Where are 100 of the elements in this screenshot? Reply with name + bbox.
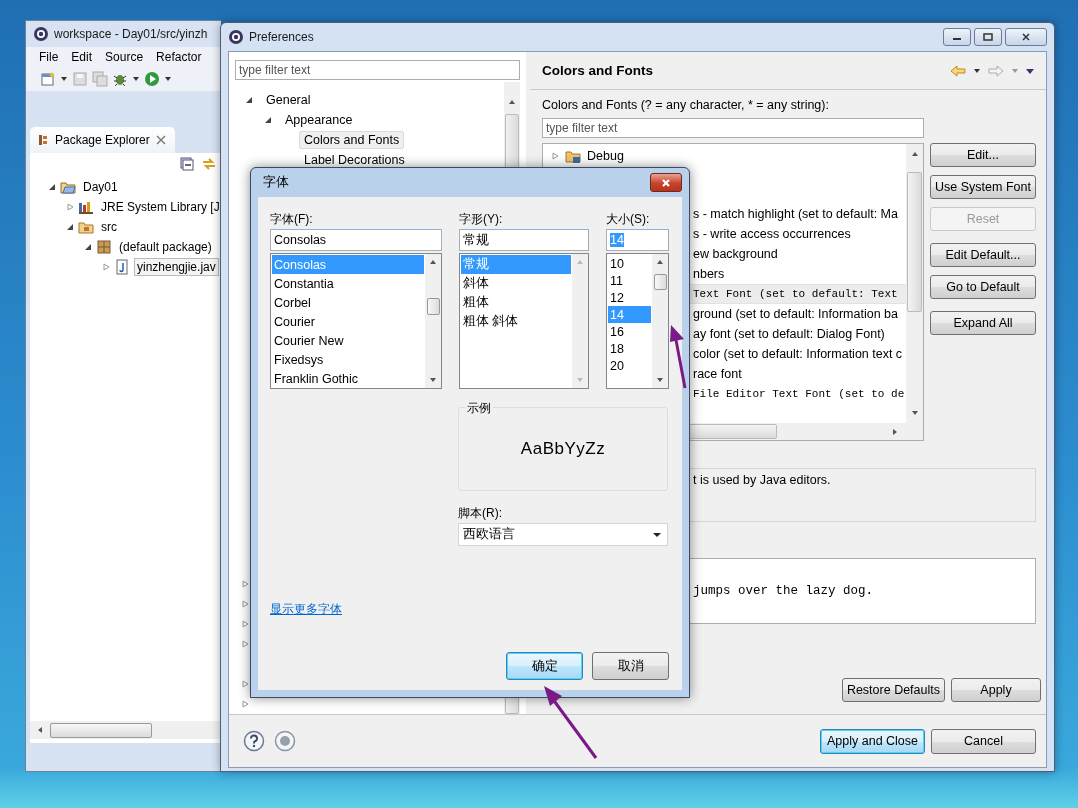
collapsed-arrow-icon[interactable] — [102, 263, 110, 271]
sample-text: AaBbYyZz — [520, 439, 606, 459]
dialog-button[interactable]: 确定 — [506, 652, 583, 680]
close-icon — [1020, 33, 1032, 41]
tree-item[interactable]: Appearance — [280, 111, 358, 129]
side-button[interactable]: Expand All — [930, 311, 1036, 335]
list-option[interactable]: 16 — [608, 323, 651, 340]
scroll-right-icon[interactable] — [891, 427, 899, 436]
close-icon[interactable] — [154, 134, 167, 146]
list-option[interactable]: Constantia — [272, 274, 424, 293]
scroll-up-icon[interactable] — [508, 98, 516, 106]
folder-icon — [78, 219, 94, 235]
collapsed-arrow-icon[interactable] — [241, 620, 249, 628]
scroll-down-icon[interactable] — [910, 409, 919, 417]
tree-item[interactable]: src — [98, 218, 120, 236]
view-tab[interactable]: Package Explorer — [30, 127, 175, 153]
dropdown-icon[interactable] — [132, 75, 140, 83]
list-option[interactable]: Courier New — [272, 331, 424, 350]
scrollbar-thumb[interactable] — [50, 722, 152, 738]
list-option[interactable]: Corbel — [272, 293, 424, 312]
scroll-down-icon[interactable] — [656, 376, 664, 384]
dropdown-icon[interactable] — [164, 75, 172, 83]
tree-item[interactable]: Day01 — [80, 178, 121, 196]
collapsed-arrow-icon[interactable] — [241, 640, 249, 648]
help-icon[interactable] — [243, 730, 265, 752]
filter-field[interactable]: type filter text — [235, 60, 520, 80]
preview-text: jumps over the lazy dog. — [693, 584, 874, 598]
collapse-all-icon[interactable] — [179, 156, 195, 172]
collapsed-arrow-icon[interactable] — [551, 152, 559, 160]
page-title: Colors and Fonts — [542, 63, 653, 78]
scroll-up-icon[interactable] — [656, 258, 664, 266]
list-option[interactable]: 20 — [608, 357, 651, 374]
books-icon — [78, 199, 94, 215]
input-field[interactable]: 常规 — [459, 229, 589, 251]
record-icon[interactable] — [274, 730, 296, 752]
filter-field[interactable]: type filter text — [542, 118, 924, 138]
list-option[interactable]: Courier — [272, 312, 424, 331]
tree-item[interactable]: (default package) — [116, 238, 215, 256]
list-option[interactable]: Franklin Gothic — [272, 369, 424, 388]
scroll-left-icon[interactable] — [36, 726, 44, 734]
footer-button[interactable]: Apply and Close — [820, 728, 925, 754]
list-option[interactable]: 18 — [608, 340, 651, 357]
script-dropdown[interactable]: 西欧语言 — [458, 523, 668, 546]
list-option[interactable]: 12 — [608, 289, 651, 306]
expanded-arrow-icon[interactable] — [245, 96, 253, 104]
link-icon[interactable] — [201, 156, 217, 172]
expanded-arrow-icon[interactable] — [66, 223, 74, 231]
page-button[interactable]: Apply — [951, 678, 1041, 702]
side-button[interactable]: Go to Default — [930, 275, 1036, 299]
maximize-button[interactable] — [974, 28, 1002, 46]
close-button[interactable] — [650, 173, 682, 192]
input-field[interactable]: Consolas — [270, 229, 442, 251]
list-option[interactable]: 10 — [608, 255, 651, 272]
collapsed-arrow-icon[interactable] — [241, 600, 249, 608]
dialog-button[interactable]: 取消 — [592, 652, 669, 680]
field-label: 字形(Y): — [459, 211, 504, 228]
side-button[interactable]: Edit... — [930, 143, 1036, 167]
tree-item[interactable]: Colors and Fonts — [299, 131, 405, 149]
collapsed-arrow-icon[interactable] — [241, 680, 249, 688]
menu-item[interactable]: File — [39, 50, 59, 64]
scrollbar-thumb[interactable] — [653, 274, 667, 290]
scroll-up-icon[interactable] — [910, 150, 919, 158]
page-button[interactable]: Restore Defaults — [841, 678, 945, 702]
description-text: t is used by Java editors. — [693, 472, 832, 487]
scroll-down-icon[interactable] — [429, 376, 437, 384]
side-button[interactable]: Use System Font — [930, 175, 1036, 199]
footer-button[interactable]: Cancel — [931, 728, 1036, 754]
expanded-arrow-icon[interactable] — [264, 116, 272, 124]
side-button[interactable]: Edit Default... — [930, 243, 1036, 267]
scrollbar-thumb[interactable] — [907, 172, 922, 312]
menu-item[interactable]: Refactor — [156, 50, 202, 64]
collapsed-arrow-icon[interactable] — [241, 580, 249, 588]
list-item[interactable]: Debug — [587, 149, 624, 163]
list-option[interactable]: 粗体 斜体 — [461, 312, 571, 331]
collapsed-arrow-icon[interactable] — [241, 700, 249, 708]
menu-item[interactable]: Edit — [71, 50, 93, 64]
package-icon — [38, 134, 50, 146]
menu-item[interactable]: Source — [105, 50, 144, 64]
menu-icon[interactable] — [1026, 66, 1034, 75]
minimize-button[interactable] — [943, 28, 971, 46]
gear-icon — [228, 29, 244, 45]
tree-item[interactable]: Label Decorations — [299, 151, 410, 169]
close-icon — [660, 177, 672, 188]
expanded-arrow-icon[interactable] — [48, 183, 56, 191]
list-option[interactable]: Fixedsys — [272, 350, 424, 369]
window-title: Preferences — [249, 30, 314, 44]
group-label: 示例 — [465, 400, 493, 417]
scrollbar-thumb[interactable] — [426, 298, 440, 315]
filter-label: Colors and Fonts (? = any character, * = any string): — [542, 98, 830, 112]
run-icon[interactable] — [144, 71, 160, 87]
gear-icon — [33, 26, 49, 42]
more-fonts-link[interactable]: 显示更多字体 — [270, 601, 458, 618]
dropdown-icon[interactable] — [973, 66, 981, 75]
tree-item[interactable]: General — [261, 91, 316, 109]
dropdown-icon[interactable] — [60, 75, 68, 83]
collapsed-arrow-icon[interactable] — [66, 203, 74, 211]
tree-item[interactable]: JRE System Library [J — [98, 198, 221, 216]
tree-item[interactable]: yinzhengjie.jav — [134, 258, 219, 276]
expanded-arrow-icon[interactable] — [84, 243, 92, 251]
scroll-up-icon[interactable] — [429, 258, 437, 266]
